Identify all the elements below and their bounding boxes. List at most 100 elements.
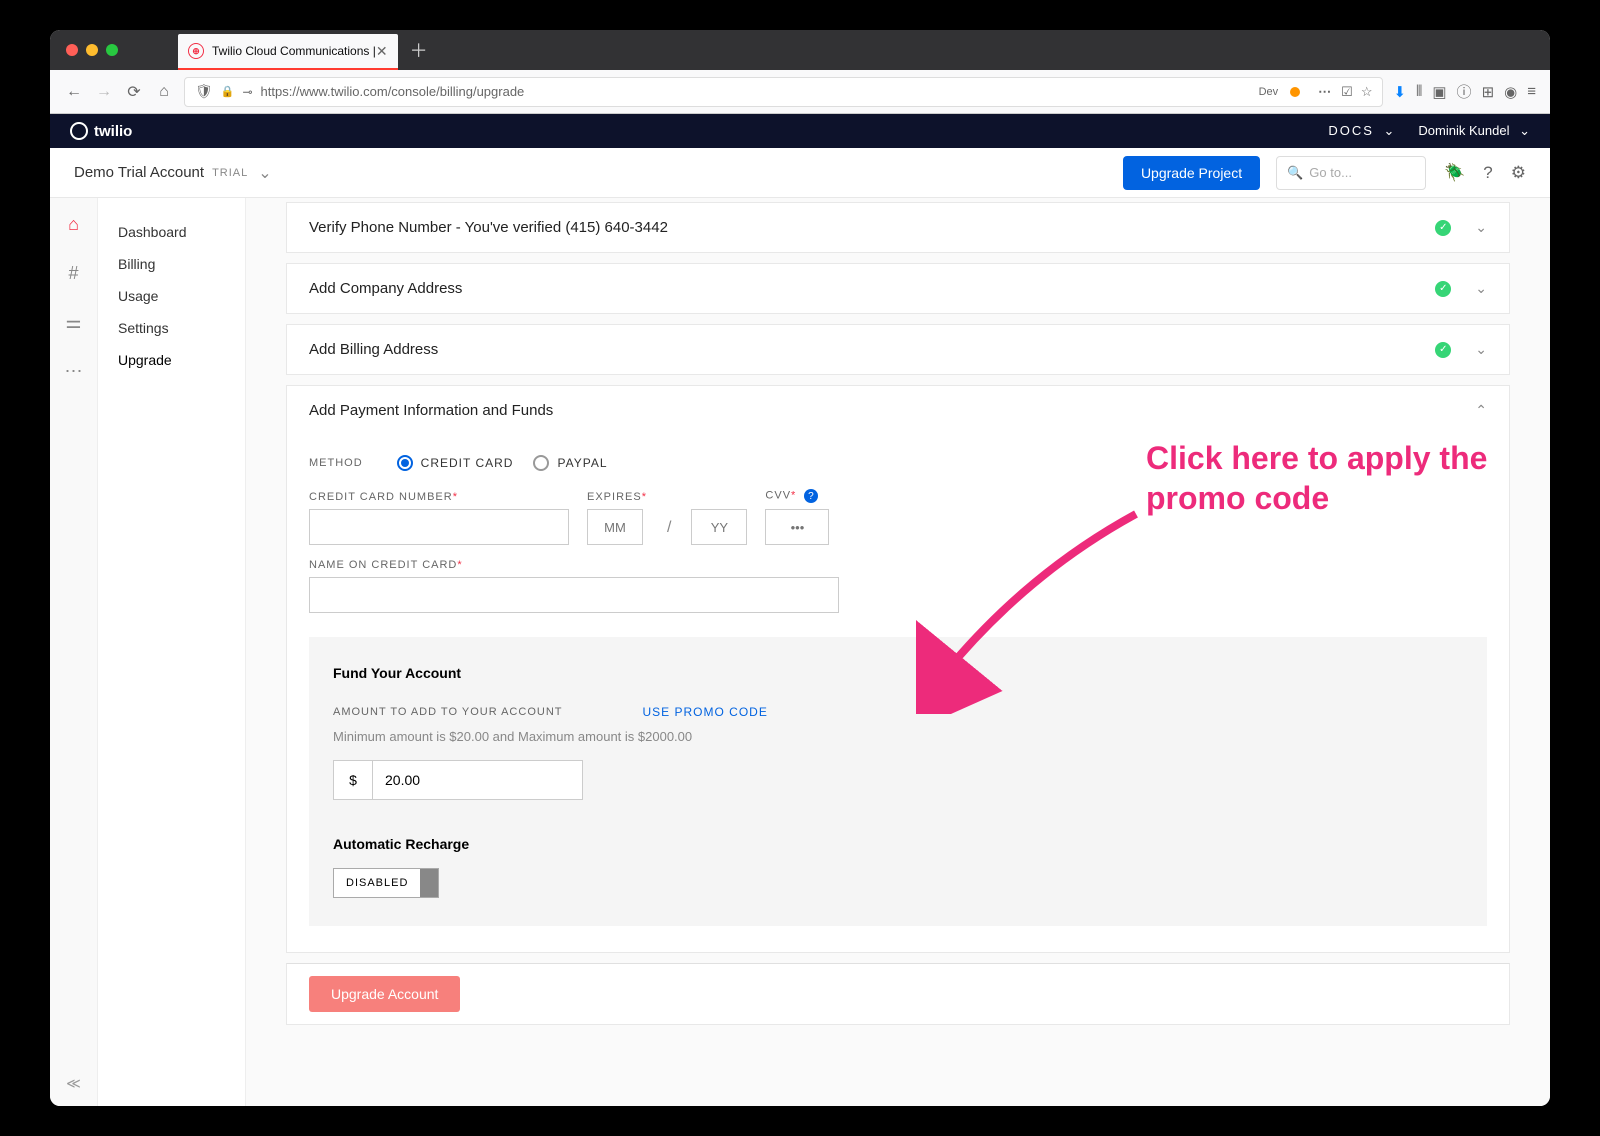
panel-header[interactable]: Add Billing Address ✓ ⌄ [287,325,1509,374]
twilio-header: twilio DOCS ⌄ Dominik Kundel ⌄ [50,114,1550,148]
extension-icon[interactable]: ⓘ [1457,81,1472,102]
sidebar-item-billing[interactable]: Billing [98,248,245,280]
amount-input[interactable] [373,760,583,800]
help-icon[interactable]: ? [1483,163,1492,183]
brand-text: twilio [94,123,132,140]
browser-tab[interactable]: ⊕ Twilio Cloud Communications | ✕ [178,34,398,70]
twilio-favicon-icon: ⊕ [188,43,204,59]
browser-tabbar: ⊕ Twilio Cloud Communications | ✕ ＋ [50,30,1550,70]
menu-icon[interactable]: ≡ [1527,83,1536,100]
search-icon: 🔍 [1287,165,1303,181]
panel-header[interactable]: Verify Phone Number - You've verified (4… [287,203,1509,252]
panel-title: Add Billing Address [309,341,438,358]
expiry-month-input[interactable] [587,509,643,545]
radio-credit-card[interactable]: CREDIT CARD [397,455,514,471]
fund-title: Fund Your Account [333,665,1463,681]
icon-rail: ⌂ # ⚌ ⋯ ≪ [50,198,98,1106]
method-label: METHOD [309,457,363,469]
collapse-icon[interactable]: ≪ [66,1075,81,1092]
maximize-window-icon[interactable] [106,44,118,56]
minmax-text: Minimum amount is $20.00 and Maximum amo… [333,729,1463,744]
content-area: Verify Phone Number - You've verified (4… [246,198,1550,1106]
help-icon[interactable]: ? [804,489,818,503]
upgrade-project-button[interactable]: Upgrade Project [1123,156,1260,190]
chevron-down-icon: ⌄ [1475,341,1487,358]
permission-icon: ⊸ [242,85,252,99]
sliders-icon[interactable]: ⚌ [65,312,81,333]
cvv-input[interactable] [765,509,829,545]
docs-link[interactable]: DOCS ⌄ [1328,123,1394,139]
check-icon: ✓ [1435,342,1451,358]
name-label: NAME ON CREDIT CARD* [309,559,1487,571]
slash-separator: / [665,519,673,545]
footer-bar: Upgrade Account [286,963,1510,1025]
back-button[interactable]: ← [64,83,84,101]
lock-icon: 🔒 [221,85,235,98]
minimize-window-icon[interactable] [86,44,98,56]
panel-title: Verify Phone Number - You've verified (4… [309,219,668,236]
panel-title: Add Company Address [309,280,462,297]
toggle-knob [420,869,438,897]
extension2-icon[interactable]: ⊞ [1482,83,1495,101]
hash-icon[interactable]: # [68,263,78,284]
panel-header[interactable]: Add Payment Information and Funds ⌃ [287,386,1509,435]
cvv-label: CVV* ? [765,489,829,503]
chevron-down-icon[interactable]: ⌄ [258,163,271,183]
radio-icon [397,455,413,471]
window-controls [66,44,118,56]
twilio-logo[interactable]: twilio [70,122,132,140]
reader-icon[interactable]: ☑ [1341,84,1353,100]
fund-account-section: Fund Your Account AMOUNT TO ADD TO YOUR … [309,637,1487,926]
library-icon[interactable]: ⫴ [1416,83,1422,100]
home-button[interactable]: ⌂ [154,83,174,101]
credit-card-input[interactable] [309,509,569,545]
panel-company-address: Add Company Address ✓ ⌄ [286,263,1510,314]
panel-billing-address: Add Billing Address ✓ ⌄ [286,324,1510,375]
radio-icon [533,455,549,471]
auto-recharge-toggle[interactable]: DISABLED [333,868,439,898]
home-icon[interactable]: ⌂ [68,214,79,235]
more-icon[interactable]: ⋯ [65,361,83,382]
browser-toolbar: ← → ⟳ ⌂ 🛡 🔒 ⊸ https://www.twilio.com/con… [50,70,1550,114]
close-window-icon[interactable] [66,44,78,56]
url-bar[interactable]: 🛡 🔒 ⊸ https://www.twilio.com/console/bil… [184,77,1383,107]
panel-title: Add Payment Information and Funds [309,402,553,419]
currency-prefix: $ [333,760,373,800]
project-header: Demo Trial Account TRIAL ⌄ Upgrade Proje… [50,148,1550,198]
search-input[interactable]: 🔍 Go to... [1276,156,1426,190]
chevron-up-icon: ⌃ [1475,402,1487,419]
sidebar-item-usage[interactable]: Usage [98,280,245,312]
cardholder-name-input[interactable] [309,577,839,613]
auto-recharge-title: Automatic Recharge [333,836,1463,852]
new-tab-button[interactable]: ＋ [410,37,428,63]
shield-icon: 🛡 [195,83,213,100]
panel-header[interactable]: Add Company Address ✓ ⌄ [287,264,1509,313]
sidebar-item-upgrade[interactable]: Upgrade [98,344,245,376]
debug-icon[interactable]: 🪲 [1444,163,1465,183]
chevron-down-icon: ⌄ [1519,123,1530,138]
account-icon[interactable]: ◉ [1504,83,1517,101]
user-menu[interactable]: Dominik Kundel ⌄ [1418,123,1530,139]
sidebar-item-settings[interactable]: Settings [98,312,245,344]
check-icon: ✓ [1435,281,1451,297]
amount-label: AMOUNT TO ADD TO YOUR ACCOUNT [333,706,562,718]
dev-label: Dev [1259,86,1279,98]
project-name: Demo Trial Account [74,164,204,181]
star-icon[interactable]: ☆ [1361,84,1373,100]
sidebar-icon[interactable]: ▣ [1432,83,1446,101]
gear-icon[interactable]: ⚙ [1511,163,1526,183]
downloads-icon[interactable]: ⬇ [1393,83,1406,101]
expiry-year-input[interactable] [691,509,747,545]
url-text: https://www.twilio.com/console/billing/u… [261,84,1251,99]
sidebar-item-dashboard[interactable]: Dashboard [98,216,245,248]
trial-badge: TRIAL [212,167,248,179]
forward-button[interactable]: → [94,83,114,101]
use-promo-code-link[interactable]: USE PROMO CODE [642,705,767,719]
chevron-down-icon: ⌄ [1475,219,1487,236]
reload-button[interactable]: ⟳ [124,82,144,102]
check-icon: ✓ [1435,220,1451,236]
radio-paypal[interactable]: PAYPAL [533,455,607,471]
page-actions-icon[interactable]: ⋯ [1318,84,1333,100]
close-tab-icon[interactable]: ✕ [376,43,388,60]
upgrade-account-button[interactable]: Upgrade Account [309,976,460,1012]
